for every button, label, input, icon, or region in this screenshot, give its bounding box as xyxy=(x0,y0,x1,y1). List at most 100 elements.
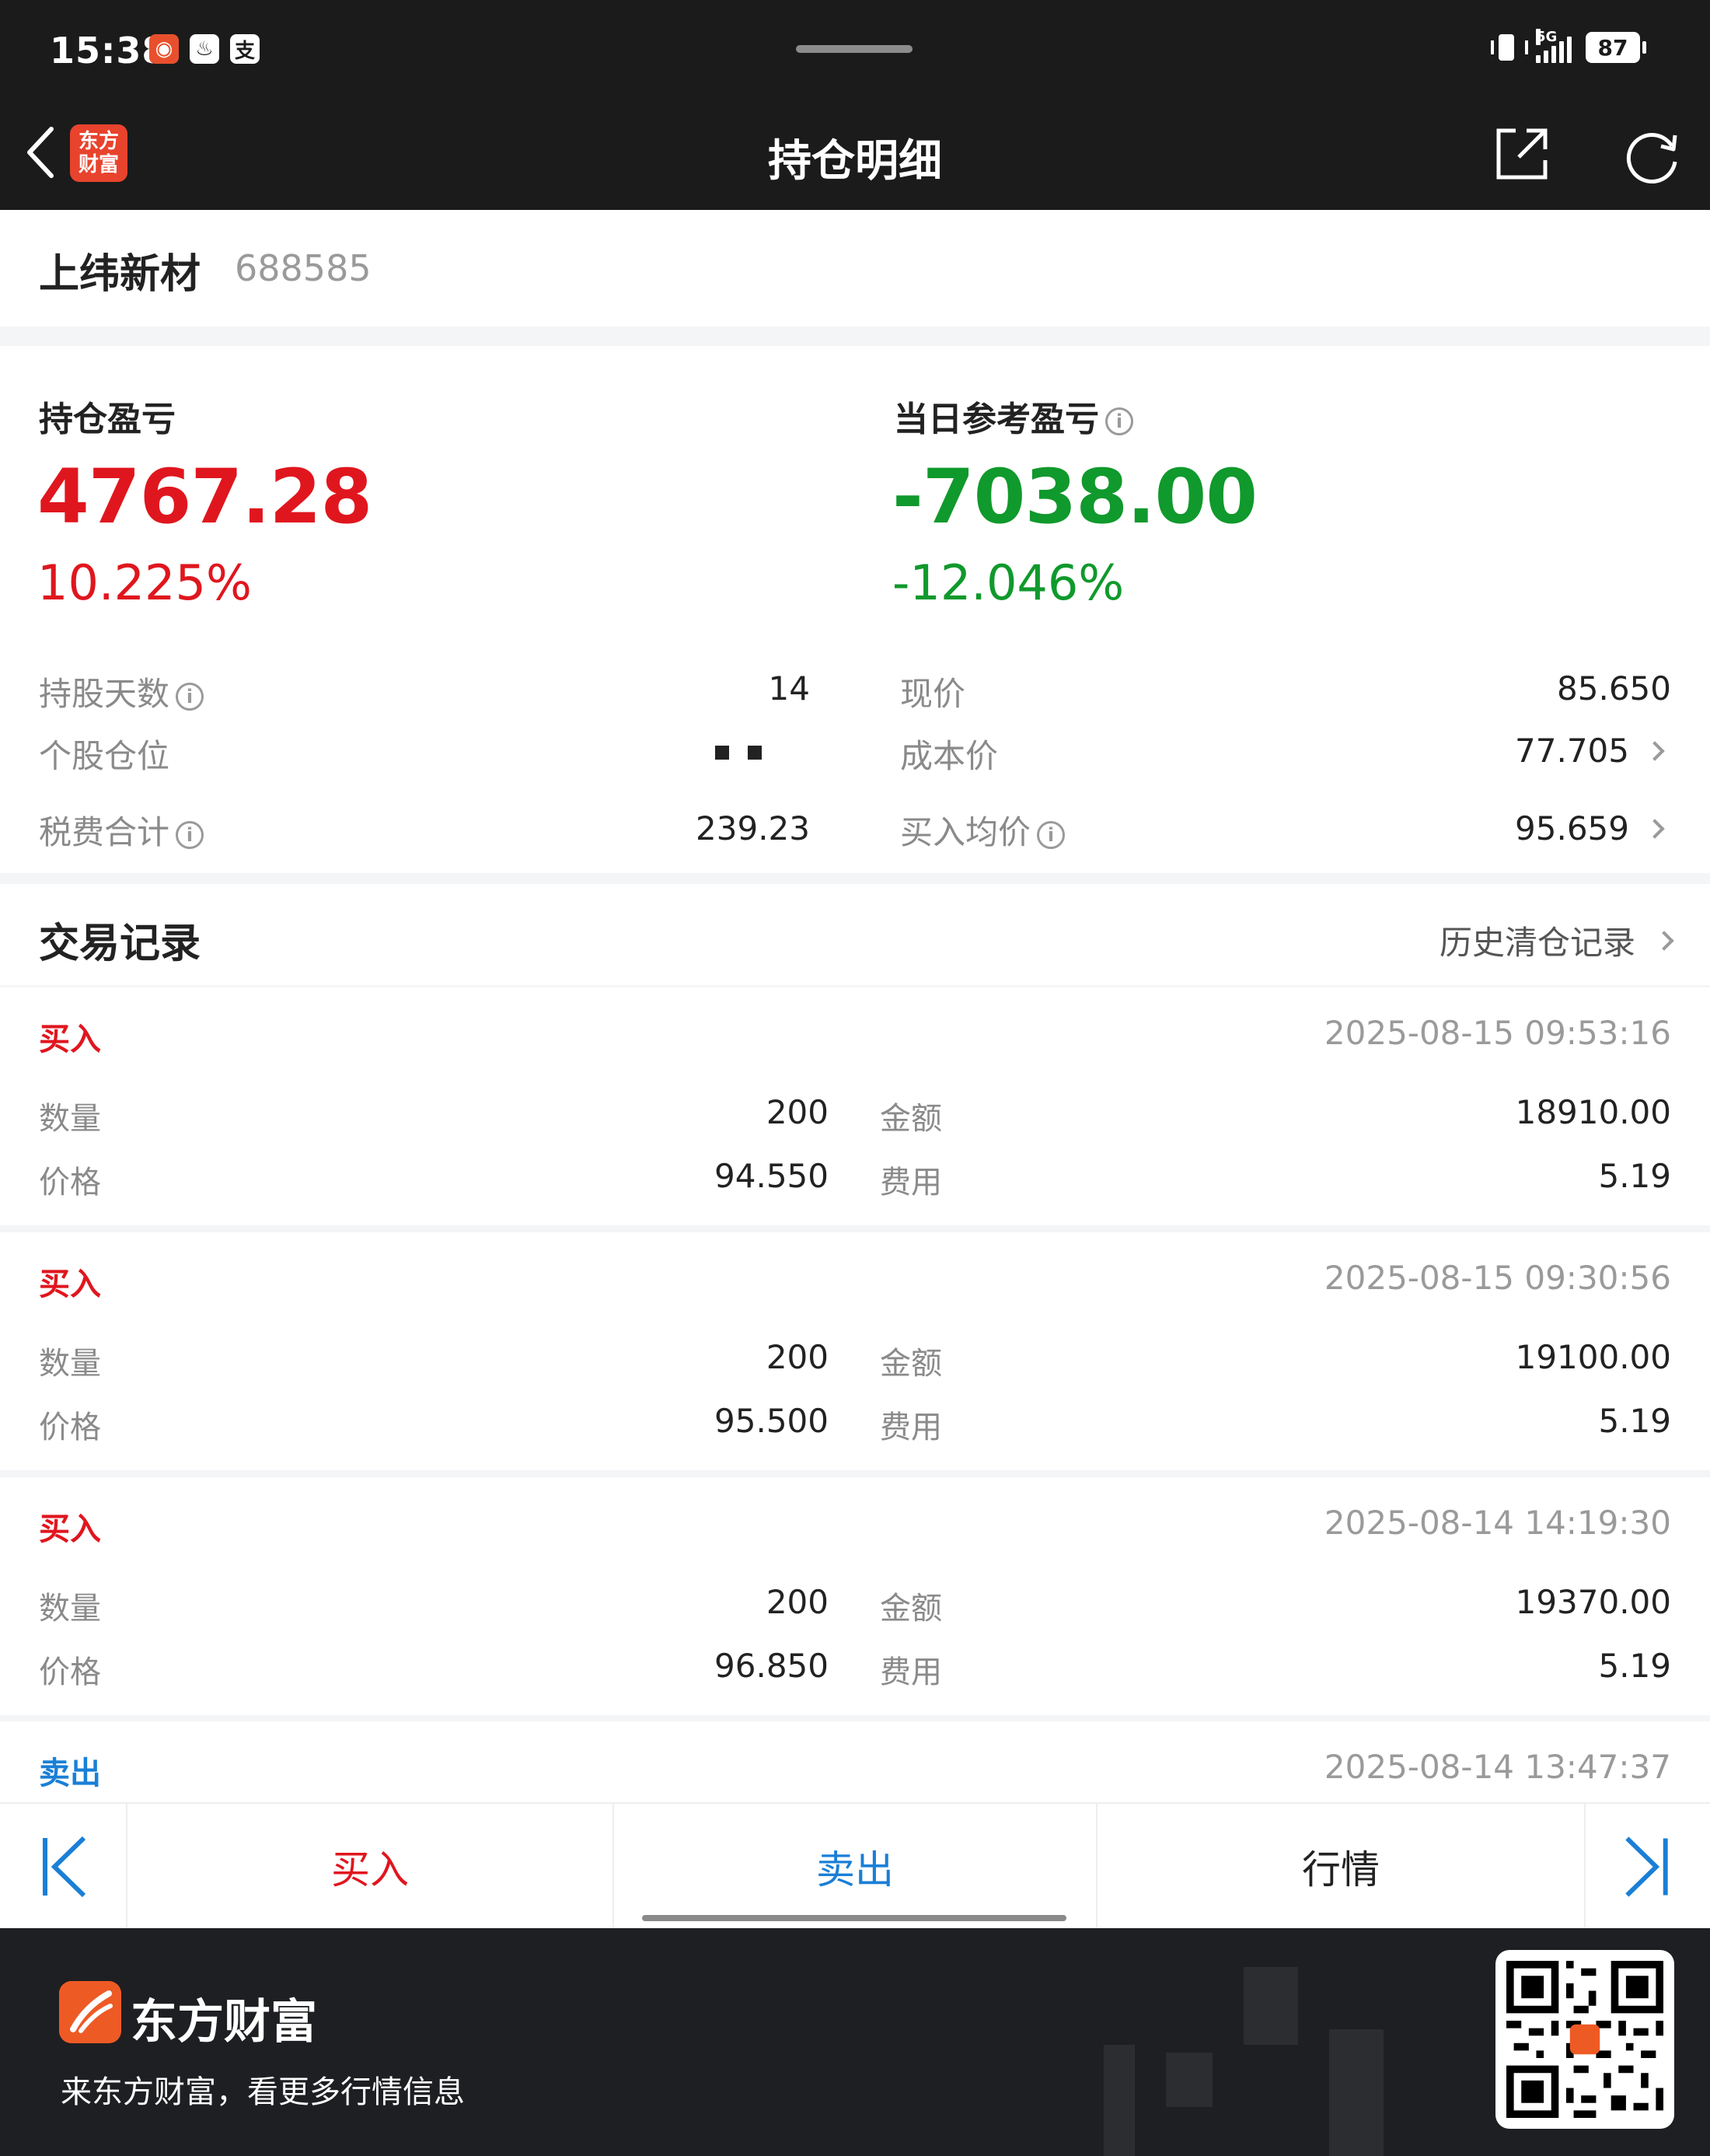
refresh-icon[interactable] xyxy=(1621,124,1683,187)
chevron-right-icon[interactable] xyxy=(1645,741,1665,761)
trade-type: 买入 xyxy=(39,1267,101,1302)
price-label: 价格 xyxy=(39,1165,101,1200)
qty-label: 数量 xyxy=(39,1591,101,1627)
promo-banner[interactable]: 东方财富 来东方财富，看更多行情信息 xyxy=(0,1928,1710,2156)
avg-buy-price-label-text: 买入均价 xyxy=(900,813,1031,851)
fee-value: 5.19 xyxy=(1598,1402,1671,1440)
fee-label: 费用 xyxy=(880,1655,942,1690)
trade-time: 2025-08-14 13:47:37 xyxy=(1324,1748,1671,1786)
price-label: 价格 xyxy=(39,1410,101,1445)
fee-label: 费用 xyxy=(880,1410,942,1445)
trade-record[interactable]: 买入 2025-08-15 09:30:56 数量 200 金额 19100.0… xyxy=(0,1232,1710,1470)
battery-icon: 87 xyxy=(1586,32,1646,63)
tax-fee-total-label: 税费合计 i xyxy=(39,806,204,854)
amount-label: 金额 xyxy=(880,1101,942,1137)
fee-value: 5.19 xyxy=(1598,1157,1671,1195)
app-notification-icon: ◉ xyxy=(149,34,179,64)
current-price-value: 85.650 xyxy=(1557,669,1671,708)
tax-fee-total-value: 239.23 xyxy=(696,809,810,847)
app-notification-icon: ♨ xyxy=(190,34,219,64)
qty-value: 200 xyxy=(766,1338,829,1376)
status-app-icons: ◉ ♨ 支 xyxy=(149,34,260,64)
daily-pnl-label-text: 当日参考盈亏 xyxy=(894,400,1099,439)
position-pnl-percent: 10.225% xyxy=(37,554,252,611)
network-type: 5G xyxy=(1536,29,1558,45)
current-price-label: 现价 xyxy=(900,675,966,713)
trade-records-title: 交易记录 xyxy=(39,921,201,967)
stock-code: 688585 xyxy=(235,247,372,289)
trade-type: 买入 xyxy=(39,1022,101,1057)
trade-type: 买入 xyxy=(39,1511,101,1547)
amount-value: 19100.00 xyxy=(1515,1338,1671,1376)
holding-days-label: 持股天数 i xyxy=(39,668,204,715)
info-icon[interactable]: i xyxy=(176,682,204,711)
position-pnl-label-text: 持仓盈亏 xyxy=(39,400,176,439)
position-ratio-hidden-value[interactable] xyxy=(715,746,762,760)
stock-header: 上纬新材 688585 xyxy=(0,210,1710,327)
trade-time: 2025-08-15 09:30:56 xyxy=(1324,1259,1671,1297)
qty-label: 数量 xyxy=(39,1101,101,1137)
stock-name: 上纬新材 xyxy=(39,251,201,298)
position-summary: 持仓盈亏 4767.28 10.225% 当日参考盈亏 i -7038.00 -1… xyxy=(0,346,1710,873)
candlestick-decoration xyxy=(1104,2045,1135,2156)
eastmoney-logo-icon xyxy=(59,1981,121,2043)
first-record-icon[interactable] xyxy=(0,1804,126,1930)
trade-time: 2025-08-15 09:53:16 xyxy=(1324,1014,1671,1052)
banner-slogan: 来东方财富，看更多行情信息 xyxy=(61,2074,465,2110)
daily-pnl-percent: -12.046% xyxy=(892,554,1125,611)
position-ratio-label: 个股仓位 xyxy=(39,737,170,775)
price-label: 价格 xyxy=(39,1655,101,1690)
trade-record[interactable]: 买入 2025-08-14 14:19:30 数量 200 金额 19370.0… xyxy=(0,1477,1710,1715)
sell-button[interactable]: 卖出 xyxy=(612,1804,1096,1930)
share-icon[interactable] xyxy=(1492,124,1551,183)
cost-price-label: 成本价 xyxy=(900,737,999,775)
home-indicator[interactable] xyxy=(642,1915,1066,1921)
info-icon[interactable]: i xyxy=(1105,407,1133,435)
qty-label: 数量 xyxy=(39,1346,101,1382)
amount-value: 18910.00 xyxy=(1515,1093,1671,1131)
avg-buy-price-label: 买入均价 i xyxy=(900,806,1066,854)
last-record-icon[interactable] xyxy=(1584,1804,1710,1930)
price-value: 96.850 xyxy=(714,1647,829,1685)
bottom-action-bar: 买入 卖出 行情 xyxy=(0,1802,1710,1930)
holding-days-value: 14 xyxy=(768,669,810,708)
history-link-text[interactable]: 历史清仓记录 xyxy=(1440,917,1635,964)
trade-record[interactable]: 买入 2025-08-15 09:53:16 数量 200 金额 18910.0… xyxy=(0,987,1710,1225)
page-title: 持仓明细 xyxy=(768,136,942,187)
chevron-right-icon[interactable] xyxy=(1654,930,1674,951)
daily-pnl-label: 当日参考盈亏 i xyxy=(894,391,1133,441)
candlestick-decoration xyxy=(1329,2029,1384,2156)
cost-price-value[interactable]: 77.705 xyxy=(1399,732,1629,770)
signal-icon: 5G xyxy=(1536,29,1572,63)
vibrate-icon xyxy=(1491,31,1528,64)
amount-value: 19370.00 xyxy=(1515,1583,1671,1621)
trade-records-header: 交易记录 历史清仓记录 xyxy=(0,884,1710,985)
top-bar: 15:38 ◉ ♨ 支 5G 87 东方财富 持仓明细 xyxy=(0,0,1710,210)
candlestick-decoration xyxy=(1166,2053,1213,2107)
window-handle[interactable] xyxy=(796,45,913,53)
alipay-notification-icon: 支 xyxy=(230,34,260,64)
qty-value: 200 xyxy=(766,1093,829,1131)
info-icon[interactable]: i xyxy=(1037,820,1066,849)
quote-button[interactable]: 行情 xyxy=(1096,1804,1584,1930)
history-clearance-link[interactable]: 历史清仓记录 xyxy=(1440,917,1674,964)
amount-label: 金额 xyxy=(880,1591,942,1627)
trade-record[interactable]: 卖出 2025-08-14 13:47:37 xyxy=(0,1721,1710,1802)
trade-type: 卖出 xyxy=(39,1756,101,1791)
amount-label: 金额 xyxy=(880,1346,942,1382)
position-pnl-label: 持仓盈亏 xyxy=(39,391,176,441)
buy-button[interactable]: 买入 xyxy=(126,1804,612,1930)
fee-value: 5.19 xyxy=(1598,1647,1671,1685)
avg-buy-price-value[interactable]: 95.659 xyxy=(1399,809,1629,847)
qr-code xyxy=(1495,1950,1674,2129)
qty-value: 200 xyxy=(766,1583,829,1621)
chevron-right-icon[interactable] xyxy=(1645,819,1665,839)
price-value: 95.500 xyxy=(714,1402,829,1440)
candlestick-decoration xyxy=(1244,1967,1298,2045)
info-icon[interactable]: i xyxy=(176,820,204,849)
price-value: 94.550 xyxy=(714,1157,829,1195)
banner-brand: 东方财富 xyxy=(131,1995,317,2049)
fee-label: 费用 xyxy=(880,1165,942,1200)
holding-days-label-text: 持股天数 xyxy=(39,675,170,713)
trade-time: 2025-08-14 14:19:30 xyxy=(1324,1504,1671,1542)
